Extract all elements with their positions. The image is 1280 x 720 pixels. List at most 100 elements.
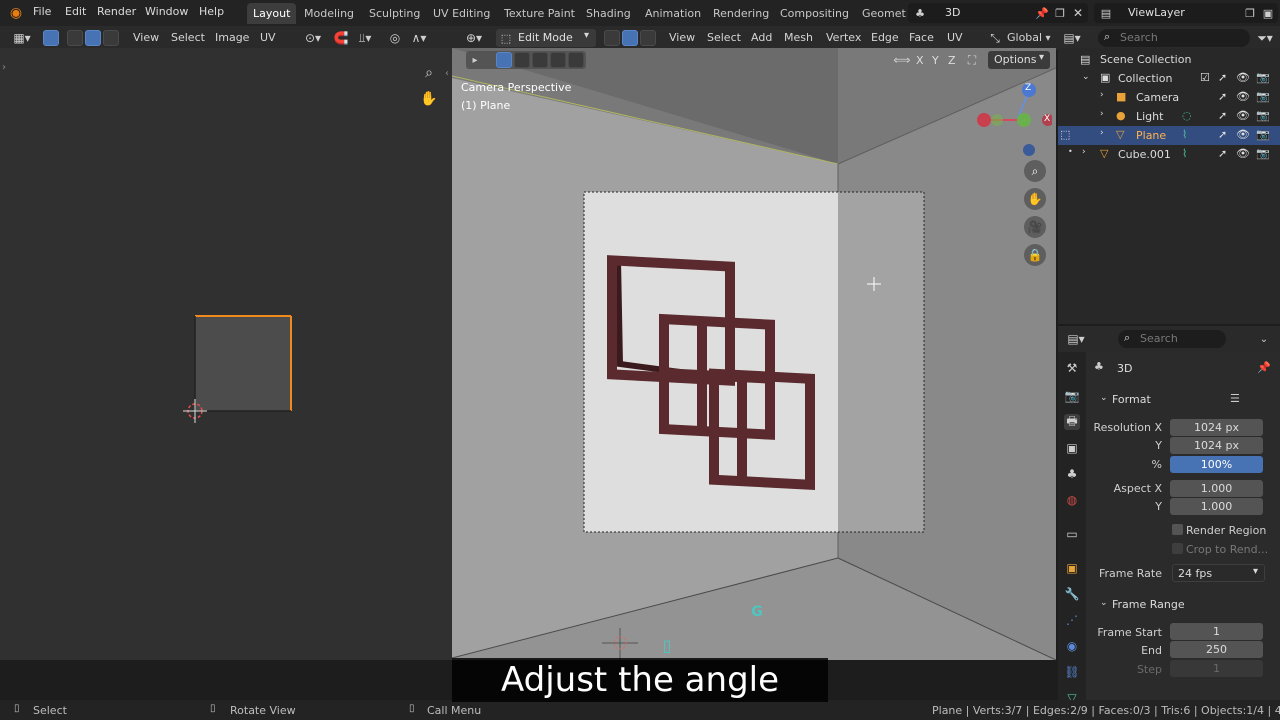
chevron-right-icon[interactable]: › — [1100, 109, 1104, 119]
tool-tab-icon[interactable]: ⚒ — [1064, 360, 1080, 376]
vp-menu-view[interactable]: View — [669, 31, 695, 44]
collection-tab-icon[interactable]: ▭ — [1064, 526, 1080, 542]
editor-type-icon[interactable]: ▤▾ — [1060, 30, 1084, 46]
uv-menu-image[interactable]: Image — [215, 31, 249, 44]
lock-icon[interactable]: 🔒 — [1024, 244, 1046, 266]
edit-mode-indicator-icon[interactable]: ⬚ — [1060, 128, 1070, 141]
vp-menu-add[interactable]: Add — [751, 31, 772, 44]
tab-sculpting[interactable]: Sculpting — [363, 3, 426, 24]
chevron-down-icon[interactable]: ⌄ — [1100, 598, 1108, 608]
render-camera-icon[interactable]: 📷 — [1256, 147, 1270, 160]
render-camera-icon[interactable]: 📷 — [1256, 90, 1270, 103]
aspect-y-field[interactable]: 1.000 — [1170, 498, 1263, 515]
axis-x-toggle[interactable]: X — [916, 54, 924, 67]
editor-type-icon[interactable]: ▦▾ — [10, 30, 34, 46]
options-dropdown[interactable]: Options ▾ — [988, 51, 1050, 69]
axis-y-toggle[interactable]: Y — [932, 54, 939, 67]
selectable-icon[interactable]: ➚ — [1218, 90, 1227, 103]
view-layer-selector[interactable]: ▤ ViewLayer ❐ ▣ — [1094, 3, 1278, 23]
chevron-right-icon[interactable]: › — [1082, 147, 1086, 157]
new-view-layer-icon[interactable]: ❐ — [1242, 5, 1258, 21]
vp-menu-edge[interactable]: Edge — [871, 31, 899, 44]
chevron-down-icon[interactable]: ▾ — [1042, 30, 1054, 46]
uv-menu-select[interactable]: Select — [171, 31, 205, 44]
editor-type-icon[interactable]: ⊕▾ — [462, 30, 486, 46]
outliner[interactable]: ▤ Scene Collection ⌄ ▣ Collection ☑ ➚ 👁 … — [1058, 48, 1280, 324]
outliner-item-collection[interactable]: ⌄ ▣ Collection ☑ ➚ 👁 📷 — [1058, 69, 1280, 88]
proportional-edit-icon[interactable]: ◎ — [386, 30, 404, 46]
chevron-right-icon[interactable]: › — [1100, 128, 1104, 138]
mirror-icon[interactable]: ⟺ — [893, 52, 910, 68]
tab-modeling[interactable]: Modeling — [298, 3, 360, 24]
transform-orientation-icon[interactable]: ⤡ — [986, 30, 1004, 46]
menu-window[interactable]: Window — [145, 5, 188, 18]
select-invert-icon[interactable] — [550, 52, 566, 68]
visibility-eye-icon[interactable]: 👁 — [1236, 90, 1250, 103]
remove-view-layer-icon[interactable]: ▣ — [1260, 5, 1276, 21]
exclude-checkbox[interactable]: ☑ — [1200, 71, 1210, 84]
tab-shading[interactable]: Shading — [580, 3, 637, 24]
selectable-icon[interactable]: ➚ — [1218, 128, 1227, 141]
edge-select-icon[interactable] — [85, 30, 101, 46]
snapping-icon[interactable]: ⛶ — [964, 52, 980, 68]
select-extend-icon[interactable] — [514, 52, 530, 68]
modifier-tab-icon[interactable]: 🔧 — [1064, 586, 1080, 602]
render-camera-icon[interactable]: 📷 — [1256, 71, 1270, 84]
axis-gizmo[interactable] — [972, 80, 1054, 170]
frame-rate-dropdown[interactable]: 24 fps ▾ — [1172, 564, 1265, 582]
uv-menu-uv[interactable]: UV — [260, 31, 276, 44]
presets-list-icon[interactable]: ☰ — [1230, 392, 1240, 405]
render-camera-icon[interactable]: 📷 — [1256, 109, 1270, 122]
visibility-eye-icon[interactable]: 👁 — [1236, 109, 1250, 122]
tab-rendering[interactable]: Rendering — [707, 3, 775, 24]
scene-collection-row[interactable]: ▤ Scene Collection — [1058, 50, 1280, 69]
tab-animation[interactable]: Animation — [639, 3, 707, 24]
tab-uv-editing[interactable]: UV Editing — [427, 3, 496, 24]
pivot-icon[interactable]: ⊙▾ — [300, 30, 326, 46]
outliner-item-cube[interactable]: • › ▽ Cube.001 ⌇ ➚ 👁 📷 — [1058, 145, 1280, 164]
filter-icon[interactable]: ⏷▾ — [1254, 30, 1276, 46]
vp-menu-uv[interactable]: UV — [947, 31, 963, 44]
resolution-percent-slider[interactable]: 100% — [1170, 456, 1263, 473]
pin-icon[interactable]: 📌 — [1257, 361, 1271, 374]
render-camera-icon[interactable]: 📷 — [1256, 128, 1270, 141]
tab-compositing[interactable]: Compositing — [774, 3, 855, 24]
new-scene-icon[interactable]: ❐ — [1052, 5, 1068, 21]
vp-menu-select[interactable]: Select — [707, 31, 741, 44]
format-panel-title[interactable]: Format — [1112, 393, 1151, 406]
tab-texture-paint[interactable]: Texture Paint — [498, 3, 581, 24]
select-subtract-icon[interactable] — [532, 52, 548, 68]
snap-icon[interactable]: 🧲 — [332, 30, 350, 46]
sync-selection-icon[interactable] — [43, 30, 59, 46]
axis-z-toggle[interactable]: Z — [948, 54, 956, 67]
tab-layout[interactable]: Layout — [247, 3, 297, 24]
selectable-icon[interactable]: ➚ — [1218, 109, 1227, 122]
outliner-search-input[interactable]: ⌕ Search — [1098, 29, 1250, 47]
render-region-checkbox[interactable] — [1172, 524, 1183, 535]
uv-editor[interactable]: › ⌕ ‹ ✋ — [0, 48, 452, 660]
uv-menu-view[interactable]: View — [133, 31, 159, 44]
camera-view-icon[interactable]: 🎥 — [1024, 216, 1046, 238]
vertex-select-icon[interactable] — [67, 30, 83, 46]
selectable-icon[interactable]: ➚ — [1218, 147, 1227, 160]
edge-select-icon[interactable] — [622, 30, 638, 46]
menu-edit[interactable]: Edit — [65, 5, 86, 18]
crop-to-render-checkbox[interactable] — [1172, 543, 1183, 554]
frame-end-field[interactable]: 250 — [1170, 641, 1263, 658]
vp-menu-mesh[interactable]: Mesh — [784, 31, 813, 44]
snap-target-icon[interactable]: ⫫▾ — [352, 30, 378, 46]
outliner-item-light[interactable]: › ● Light ◌ ➚ 👁 📷 — [1058, 107, 1280, 126]
tab-geometry-nodes[interactable]: Geomet — [856, 3, 906, 24]
properties-search-input[interactable]: ⌕ Search — [1118, 330, 1226, 348]
select-intersect-icon[interactable] — [568, 52, 584, 68]
scene-selector[interactable]: ♣ 3D 📌 ❐ ✕ — [908, 3, 1088, 23]
face-select-icon[interactable] — [640, 30, 656, 46]
chevron-down-icon[interactable]: ⌄ — [1082, 72, 1090, 82]
selectable-icon[interactable]: ➚ — [1218, 71, 1227, 84]
editor-type-icon[interactable]: ▤▾ — [1064, 331, 1088, 347]
resolution-x-field[interactable]: 1024 px — [1170, 419, 1263, 436]
navigation-gizmo[interactable]: Z X — [972, 80, 1054, 170]
outliner-item-camera[interactable]: › ■ Camera ➚ 👁 📷 — [1058, 88, 1280, 107]
mode-selector[interactable]: ⬚ Edit Mode ▾ — [496, 29, 596, 47]
falloff-icon[interactable]: ∧▾ — [406, 30, 432, 46]
